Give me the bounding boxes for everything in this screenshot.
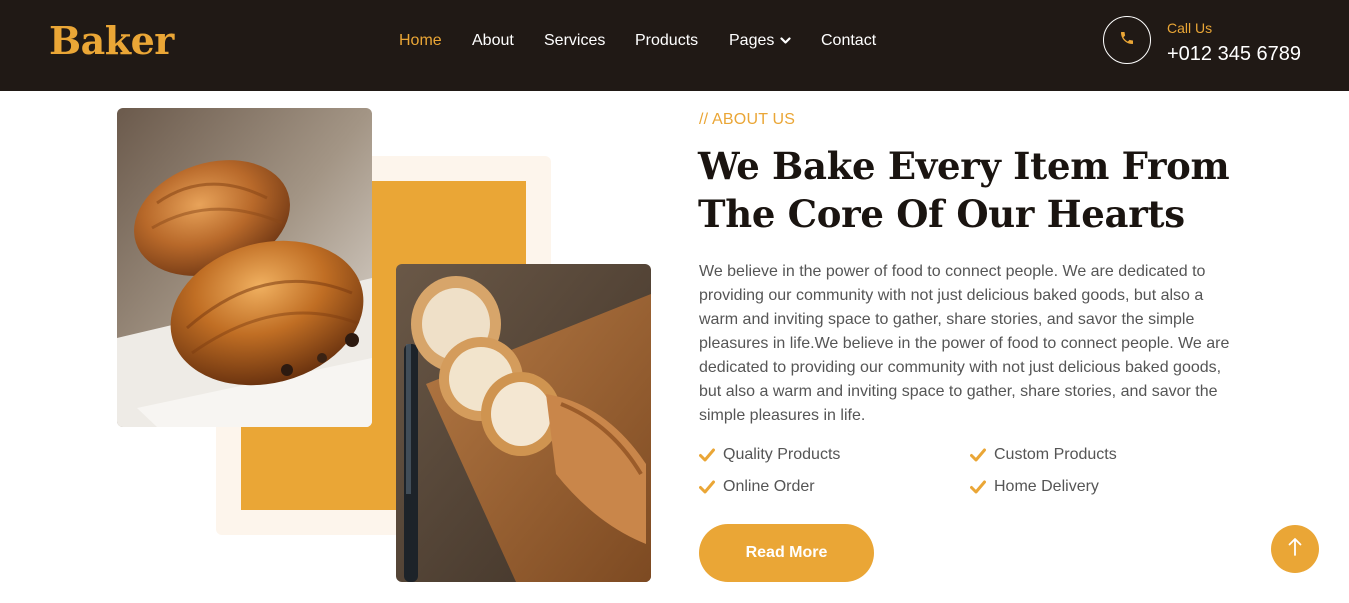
check-icon — [970, 480, 986, 494]
arrow-up-icon — [1288, 537, 1302, 562]
feature-item: Online Order — [699, 478, 815, 496]
check-icon — [699, 480, 715, 494]
feature-label: Online Order — [723, 478, 815, 495]
feature-label: Home Delivery — [994, 478, 1099, 495]
nav-home[interactable]: Home — [399, 32, 442, 50]
feature-item: Custom Products — [970, 446, 1117, 464]
nav-about[interactable]: About — [472, 32, 514, 50]
call-number[interactable]: +012 345 6789 — [1167, 43, 1301, 66]
heading-line-1: We Bake Every Item From — [698, 144, 1230, 188]
navbar: Baker Home About Services Products Pages… — [0, 0, 1349, 91]
heading-line-2: The Core Of Our Hearts — [698, 192, 1185, 236]
feature-label: Custom Products — [994, 446, 1117, 463]
phone-icon — [1119, 30, 1135, 51]
nav-pages-label: Pages — [729, 32, 775, 50]
call-label: Call Us — [1167, 20, 1213, 36]
nav-contact[interactable]: Contact — [821, 32, 876, 50]
read-more-button[interactable]: Read More — [699, 524, 874, 582]
feature-item: Quality Products — [699, 446, 840, 464]
section-eyebrow: // ABOUT US — [699, 111, 796, 128]
brand-logo[interactable]: Baker — [49, 18, 174, 63]
check-icon — [970, 448, 986, 462]
chevron-down-icon — [780, 32, 791, 50]
croissant-photo — [117, 108, 372, 427]
call-button[interactable] — [1103, 16, 1151, 64]
nav-services[interactable]: Services — [544, 32, 605, 50]
nav-products[interactable]: Products — [635, 32, 698, 50]
section-heading: We Bake Every Item From The Core Of Our … — [698, 142, 1298, 238]
feature-label: Quality Products — [723, 446, 841, 463]
check-icon — [699, 448, 715, 462]
about-description: We believe in the power of food to conne… — [699, 263, 1230, 424]
feature-item: Home Delivery — [970, 478, 1099, 496]
nav-pages[interactable]: Pages — [729, 32, 791, 50]
baguette-photo — [396, 264, 651, 582]
back-to-top-button[interactable] — [1271, 525, 1319, 573]
